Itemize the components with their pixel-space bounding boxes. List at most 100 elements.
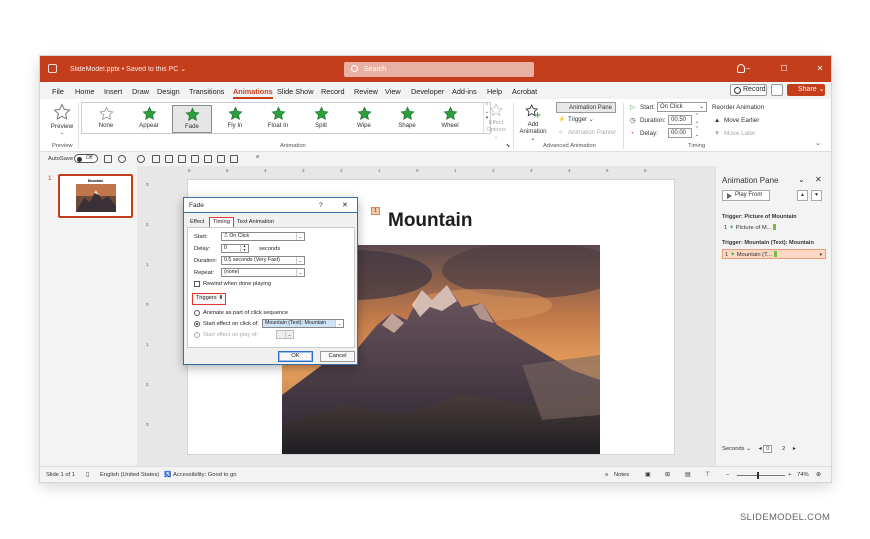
triggers-button[interactable]: Triggers ⬍	[192, 293, 226, 305]
tab-view[interactable]: View	[385, 87, 401, 96]
preview-button[interactable]: Preview ⌄	[48, 103, 76, 136]
animation-fly-in[interactable]: Fly In	[215, 105, 255, 133]
start-on-click-radio[interactable]	[194, 321, 200, 327]
cancel-button[interactable]: Cancel	[320, 351, 355, 362]
animation-none[interactable]: None	[86, 105, 126, 133]
tab-home[interactable]: Home	[75, 87, 94, 96]
fit-slide-icon[interactable]: ⊕	[816, 472, 821, 478]
open-file-icon[interactable]	[165, 155, 173, 163]
layout-icon[interactable]	[217, 155, 225, 163]
animation-shape[interactable]: Shape	[387, 105, 427, 133]
effect-options-button[interactable]: Effect Options ⌄	[484, 103, 508, 141]
slide-sorter-icon[interactable]: ⊞	[665, 472, 670, 478]
tab-transitions[interactable]: Transitions	[189, 87, 224, 96]
tab-help[interactable]: Help	[487, 87, 502, 96]
ok-button[interactable]: OK	[278, 351, 313, 362]
tab-file[interactable]: File	[52, 87, 64, 96]
animation-float-in[interactable]: Float In	[258, 105, 298, 133]
collapse-ribbon-icon[interactable]: ⌄	[815, 139, 821, 147]
accessibility-status[interactable]: Accessibility: Good to go	[173, 472, 236, 478]
move-earlier-button[interactable]: Move Earlier	[724, 117, 759, 124]
animation-item-picture[interactable]: 1 ✴ Picture of M...	[722, 223, 826, 233]
play-trigger-dropdown[interactable]: ⌄	[276, 330, 294, 339]
add-animation-button[interactable]: Add Animation ⌄	[518, 103, 548, 142]
horizontal-ruler[interactable]: 6 5 4 3 2 1 0 1 2 3 4 5 6	[188, 168, 674, 177]
move-down-button[interactable]: ▼	[811, 190, 822, 201]
tab-timing[interactable]: Timing	[209, 217, 234, 227]
spelling-icon[interactable]: ▯	[86, 472, 89, 478]
rewind-checkbox[interactable]	[194, 281, 200, 287]
close-pane-icon[interactable]: ✕	[815, 175, 822, 184]
reading-view-icon[interactable]: ▤	[685, 472, 690, 478]
start-dropdown[interactable]: ⎍ On Click ⌄	[221, 232, 305, 241]
zoom-in-button[interactable]: +	[788, 472, 791, 478]
pane-options-icon[interactable]: ⌄	[798, 175, 805, 184]
search-box[interactable]: Search	[344, 62, 534, 77]
click-trigger-dropdown[interactable]: Mountain (Text): Mountain ⌄	[262, 319, 344, 328]
slideshow-view-icon[interactable]: ⊤	[705, 472, 710, 478]
save-icon[interactable]	[104, 155, 112, 163]
tab-slide-show[interactable]: Slide Show	[277, 87, 314, 96]
animation-appear[interactable]: Appear	[129, 105, 169, 133]
seconds-dropdown[interactable]: Seconds ⌄	[722, 446, 751, 452]
share-button[interactable]: Share ⌄	[787, 84, 825, 96]
zoom-out-button[interactable]: –	[726, 472, 729, 478]
slide-title[interactable]: Mountain	[388, 210, 472, 232]
zoom-slider-track[interactable]	[737, 475, 785, 476]
animation-wipe[interactable]: Wipe	[344, 105, 384, 133]
comments-button[interactable]	[771, 84, 783, 96]
dialog-close-button[interactable]: ✕	[342, 201, 348, 209]
tab-review[interactable]: Review	[354, 87, 378, 96]
animation-fade[interactable]: Fade	[172, 105, 212, 133]
start-select[interactable]: On Click ⌄	[657, 102, 707, 112]
maximize-button[interactable]: ☐	[779, 64, 789, 73]
dialog-launcher-icon[interactable]: ⬊	[506, 143, 510, 149]
animation-wheel[interactable]: Wheel	[430, 105, 470, 133]
animation-split[interactable]: Split	[301, 105, 341, 133]
chevron-down-icon[interactable]: ▾	[819, 250, 822, 260]
animation-tag[interactable]: 1	[371, 207, 380, 215]
tab-acrobat[interactable]: Acrobat	[512, 87, 537, 96]
normal-view-icon[interactable]: ▣	[645, 472, 650, 478]
notes-button[interactable]: Notes	[614, 472, 629, 478]
animate-sequence-radio[interactable]	[194, 310, 200, 316]
start-on-play-radio[interactable]	[194, 332, 200, 338]
record-button[interactable]: Record	[730, 84, 767, 96]
minimize-button[interactable]: –	[743, 64, 753, 73]
move-up-button[interactable]: ▲	[797, 190, 808, 201]
trigger-button[interactable]: Trigger ⌄	[568, 116, 594, 123]
copy-icon[interactable]	[204, 155, 212, 163]
close-button[interactable]: ✕	[815, 64, 825, 73]
animation-item-text[interactable]: 1 ✴ Mountain (T... ▾	[722, 249, 826, 259]
tab-developer[interactable]: Developer	[411, 87, 444, 96]
timeline-left-icon[interactable]: ◂	[759, 446, 762, 452]
vertical-ruler[interactable]: 3 2 1 0 1 2 3	[146, 182, 155, 452]
duration-spinner[interactable]: ⌃ ⌄	[695, 113, 699, 125]
autosave-toggle[interactable]: Off	[74, 154, 98, 163]
undo-icon[interactable]	[118, 155, 126, 163]
animation-painter-button[interactable]: Animation Painter	[568, 129, 616, 136]
delay-spinner[interactable]: ⌃ ⌄	[695, 126, 699, 138]
redo-icon[interactable]	[137, 155, 145, 163]
tab-draw[interactable]: Draw	[132, 87, 149, 96]
duration-input[interactable]: 00.50	[668, 115, 692, 125]
move-later-button[interactable]: Move Later	[724, 130, 756, 137]
new-file-icon[interactable]	[152, 155, 160, 163]
delay-input[interactable]: 0 ▲ ▼	[221, 244, 249, 253]
zoom-level[interactable]: 74%	[797, 472, 809, 478]
powerpoint-app-icon[interactable]	[48, 64, 57, 73]
slide-thumbnail[interactable]: Mountain	[58, 174, 133, 218]
window-icon[interactable]	[230, 155, 238, 163]
repeat-dropdown[interactable]: (none) ⌄	[221, 268, 305, 277]
help-button[interactable]: ?	[319, 202, 323, 209]
zoom-slider-thumb[interactable]	[757, 472, 759, 479]
tab-add-ins[interactable]: Add-ins	[452, 87, 477, 96]
animation-pane-button[interactable]: Animation Pane	[556, 102, 617, 113]
document-title[interactable]: SlideModel.pptx • Saved to this PC ⌄	[70, 65, 186, 73]
language-status[interactable]: English (United States)	[100, 472, 159, 478]
print-icon[interactable]	[178, 155, 186, 163]
tab-insert[interactable]: Insert	[104, 87, 122, 96]
tab-animations[interactable]: Animations	[233, 87, 273, 99]
duration-dropdown[interactable]: 0.5 seconds (Very Fast) ⌄	[221, 256, 305, 265]
tab-record[interactable]: Record	[321, 87, 345, 96]
